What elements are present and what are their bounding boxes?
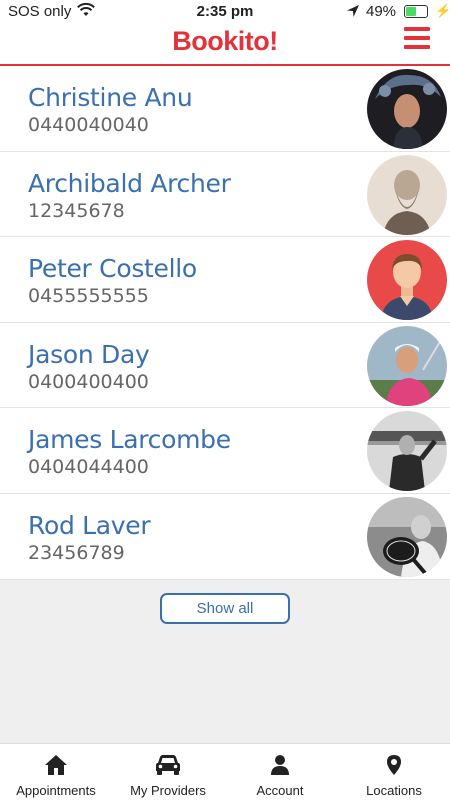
tab-bar: Appointments My Providers Account Locati…: [0, 743, 450, 800]
provider-phone: 0440040040: [28, 114, 149, 136]
person-icon: [224, 754, 336, 776]
provider-list: Christine Anu 0440040040 Archibald Arche…: [0, 66, 450, 580]
provider-row[interactable]: Rod Laver 23456789: [0, 494, 450, 580]
map-pin-icon: [338, 754, 450, 776]
provider-name: Archibald Archer: [28, 168, 231, 198]
provider-row[interactable]: Archibald Archer 12345678: [0, 152, 450, 238]
avatar: [367, 240, 447, 321]
avatar: [367, 411, 447, 492]
tab-label: Appointments: [16, 783, 96, 798]
provider-name: Rod Laver: [28, 510, 151, 540]
provider-phone: 0404044400: [28, 456, 149, 479]
show-all-button[interactable]: Show all: [160, 593, 290, 624]
provider-name: James Larcombe: [28, 425, 231, 455]
battery-icon: [404, 5, 428, 18]
provider-phone: 12345678: [28, 199, 125, 222]
app-header: Bookito!: [0, 24, 450, 66]
tab-appointments[interactable]: Appointments: [0, 744, 112, 800]
tab-label: Locations: [366, 783, 422, 798]
tab-account[interactable]: Account: [224, 744, 336, 800]
location-arrow-icon: [346, 4, 360, 22]
avatar: [367, 496, 447, 577]
home-icon: [0, 754, 112, 776]
avatar: [367, 325, 447, 406]
tab-label: My Providers: [130, 783, 206, 798]
hamburger-menu-icon[interactable]: [404, 27, 430, 49]
provider-row[interactable]: Jason Day 0400400400: [0, 323, 450, 409]
app-logo: Bookito!: [172, 26, 278, 56]
avatar: [367, 69, 447, 149]
provider-phone: 0455555555: [28, 285, 149, 308]
provider-name: Peter Costello: [28, 254, 197, 284]
provider-row[interactable]: Christine Anu 0440040040: [0, 66, 450, 152]
provider-phone: 23456789: [28, 541, 125, 564]
car-icon: [112, 754, 224, 776]
status-bar: SOS only 2:35 pm 49% ⚡: [0, 0, 450, 24]
tab-my-providers[interactable]: My Providers: [112, 744, 224, 800]
provider-name: Christine Anu: [28, 83, 193, 112]
tab-label: Account: [256, 783, 304, 798]
provider-row[interactable]: Peter Costello 0455555555: [0, 237, 450, 323]
avatar: [367, 154, 447, 235]
tab-locations[interactable]: Locations: [338, 744, 450, 800]
provider-name: Jason Day: [28, 339, 150, 369]
provider-row[interactable]: James Larcombe 0404044400: [0, 408, 450, 494]
provider-phone: 0400400400: [28, 370, 149, 393]
battery-percentage: 49%: [366, 3, 397, 20]
bolt-icon: ⚡: [435, 3, 450, 18]
